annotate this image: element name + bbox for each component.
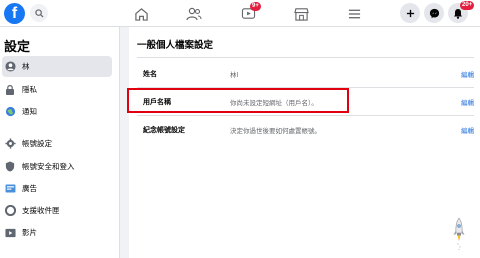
friends-icon — [186, 7, 202, 20]
sidebar-item-label: 帳號安全和登入 — [22, 162, 75, 171]
video-badge: 9+ — [250, 2, 261, 11]
general-settings-card: 一般個人檔案設定 姓名 林l 編輯 用戶名稱 你尚未設定短網址（用戶名）。 編輯… — [129, 27, 480, 258]
settings-row-name[interactable]: 姓名 林l 編輯 — [129, 63, 480, 83]
divider — [137, 115, 474, 116]
sidebar-item-videos[interactable]: 影片 — [2, 222, 112, 243]
row-label: 姓名 — [143, 70, 157, 78]
sidebar-item-account-settings[interactable]: 帳號設定 — [2, 133, 112, 154]
logo-letter: f — [11, 5, 18, 22]
rocket-icon — [453, 217, 465, 251]
sidebar-item-notifications[interactable]: 通知 — [2, 101, 112, 122]
home-icon — [134, 7, 148, 21]
nav-marketplace[interactable] — [291, 4, 311, 23]
nav-menu[interactable] — [344, 4, 364, 23]
hamburger-menu-icon — [348, 9, 360, 18]
search-button[interactable] — [30, 4, 48, 22]
sidebar-item-label: 影片 — [22, 228, 37, 237]
sidebar-item-ads[interactable]: 廣告 — [2, 178, 112, 199]
nav-home[interactable] — [131, 4, 151, 23]
sidebar-item-support-inbox[interactable]: 支援收件匣 — [2, 200, 112, 221]
lifebuoy-icon — [4, 205, 16, 217]
facebook-logo-icon[interactable]: f — [4, 3, 25, 24]
page-title: 一般個人檔案設定 — [137, 40, 214, 51]
sidebar-item-label: 林 — [22, 62, 30, 71]
highlight-annotation — [127, 88, 349, 113]
sidebar-item-label: 通知 — [22, 107, 37, 116]
main-content: 一般個人檔案設定 姓名 林l 編輯 用戶名稱 你尚未設定短網址（用戶名）。 編輯… — [121, 27, 480, 258]
edit-link[interactable]: 編輯 — [461, 125, 474, 135]
nav-friends[interactable] — [184, 4, 204, 23]
sidebar-title: 設定 — [4, 40, 31, 55]
gear-icon — [4, 138, 16, 150]
messenger-button[interactable] — [424, 3, 444, 23]
divider — [137, 57, 474, 58]
lock-icon — [4, 84, 16, 96]
search-icon — [34, 8, 44, 18]
sidebar-item-label: 帳號設定 — [22, 139, 52, 148]
create-button[interactable] — [400, 3, 420, 23]
marketplace-icon — [293, 7, 309, 21]
edit-link[interactable]: 編輯 — [461, 97, 474, 107]
row-value: 林l — [230, 71, 239, 79]
plus-icon — [406, 9, 414, 17]
top-navigation-bar: f 9+ 20+ — [0, 0, 480, 27]
row-value: 決定你過世後要如何處置帳號。 — [230, 127, 321, 135]
messenger-icon — [429, 8, 439, 18]
sidebar-item-label: 隱私 — [22, 85, 37, 94]
shield-icon — [4, 161, 16, 173]
sidebar-item-label: 廣告 — [22, 184, 37, 193]
edit-link[interactable]: 編輯 — [461, 69, 474, 79]
globe-icon — [4, 106, 16, 118]
user-icon — [4, 61, 16, 73]
sidebar-item-label: 支援收件匣 — [22, 206, 60, 215]
film-icon — [4, 227, 16, 239]
settings-row-memorialization[interactable]: 紀念帳號設定 決定你過世後要如何處置帳號。 編輯 — [129, 119, 480, 139]
sidebar-item-privacy[interactable]: 隱私 — [2, 79, 112, 100]
settings-sidebar: 設定 林 隱私 通知 帳號設定 帳號安全和登入 廣告 支援收件匣 影片 — [0, 27, 120, 258]
ad-icon — [4, 183, 16, 195]
row-label: 紀念帳號設定 — [143, 126, 185, 134]
sidebar-item-profile[interactable]: 林 — [2, 56, 112, 77]
notifications-badge: 20+ — [460, 1, 475, 10]
sidebar-item-security[interactable]: 帳號安全和登入 — [2, 156, 112, 177]
